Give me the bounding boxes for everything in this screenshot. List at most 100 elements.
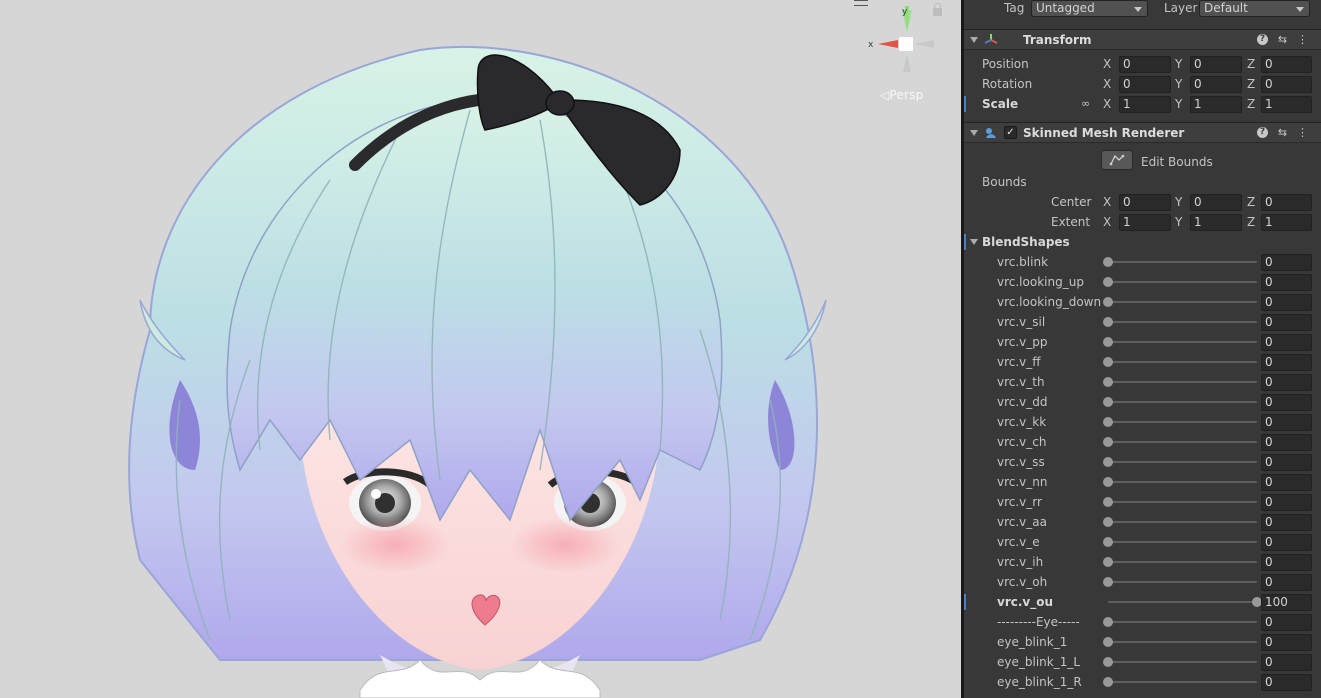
- rotation-z-axis-label[interactable]: Z: [1247, 76, 1255, 92]
- rotation-y-axis-label[interactable]: Y: [1175, 76, 1182, 92]
- position-y-axis-label[interactable]: Y: [1175, 56, 1182, 72]
- kebab-menu-icon[interactable]: ⋮: [1297, 127, 1308, 138]
- blendshape-slider-track[interactable]: [1108, 501, 1257, 503]
- kebab-menu-icon[interactable]: ⋮: [1297, 34, 1308, 45]
- blendshape-value-field[interactable]: 0: [1261, 614, 1312, 631]
- rotation-z-field[interactable]: 0: [1261, 76, 1312, 93]
- blendshape-value-field[interactable]: 0: [1261, 294, 1312, 311]
- extent-x-field[interactable]: 1: [1119, 214, 1171, 231]
- center-x-field[interactable]: 0: [1119, 194, 1171, 211]
- scene-view[interactable]: y x ◁Persp: [0, 0, 961, 698]
- blendshape-slider-thumb[interactable]: [1103, 457, 1113, 467]
- blendshape-slider-track[interactable]: [1108, 321, 1257, 323]
- center-x-axis-label[interactable]: X: [1103, 194, 1111, 210]
- blendshape-value-field[interactable]: 0: [1261, 554, 1312, 571]
- position-x-axis-label[interactable]: X: [1103, 56, 1111, 72]
- blendshape-slider-thumb[interactable]: [1103, 577, 1113, 587]
- blendshape-slider-thumb[interactable]: [1103, 277, 1113, 287]
- blendshapes-label[interactable]: BlendShapes: [982, 234, 1070, 250]
- blendshape-slider-track[interactable]: [1108, 421, 1257, 423]
- blendshape-value-field[interactable]: 0: [1261, 654, 1312, 671]
- blendshape-value-field[interactable]: 0: [1261, 514, 1312, 531]
- blendshape-slider-track[interactable]: [1108, 641, 1257, 643]
- blendshape-slider-track[interactable]: [1108, 661, 1257, 663]
- transform-header[interactable]: Transform ? ⇆ ⋮: [964, 29, 1321, 50]
- blendshape-slider-track[interactable]: [1108, 541, 1257, 543]
- scale-y-axis-label[interactable]: Y: [1175, 96, 1182, 112]
- help-icon[interactable]: ?: [1257, 127, 1268, 138]
- rotation-x-field[interactable]: 0: [1119, 76, 1171, 93]
- position-x-field[interactable]: 0: [1119, 56, 1171, 73]
- blendshape-slider-track[interactable]: [1108, 341, 1257, 343]
- blendshape-slider-thumb[interactable]: [1103, 417, 1113, 427]
- blendshape-slider-track[interactable]: [1108, 681, 1257, 683]
- tag-dropdown[interactable]: Untagged: [1031, 0, 1148, 17]
- blendshape-value-field[interactable]: 0: [1261, 634, 1312, 651]
- blendshape-slider-thumb[interactable]: [1103, 677, 1113, 687]
- blendshape-value-field[interactable]: 0: [1261, 674, 1312, 691]
- rotation-x-axis-label[interactable]: X: [1103, 76, 1111, 92]
- extent-y-field[interactable]: 1: [1190, 214, 1242, 231]
- extent-z-axis-label[interactable]: Z: [1247, 214, 1255, 230]
- extent-y-axis-label[interactable]: Y: [1175, 214, 1182, 230]
- blendshape-slider-thumb[interactable]: [1103, 437, 1113, 447]
- position-y-field[interactable]: 0: [1190, 56, 1242, 73]
- center-z-field[interactable]: 0: [1261, 194, 1312, 211]
- layer-dropdown[interactable]: Default: [1199, 0, 1310, 17]
- blendshape-slider-thumb[interactable]: [1103, 517, 1113, 527]
- blendshape-slider-track[interactable]: [1108, 261, 1257, 263]
- blendshape-value-field[interactable]: 0: [1261, 454, 1312, 471]
- center-y-field[interactable]: 0: [1190, 194, 1242, 211]
- blendshape-value-field[interactable]: 0: [1261, 434, 1312, 451]
- blendshape-slider-track[interactable]: [1108, 441, 1257, 443]
- blendshape-slider-thumb[interactable]: [1103, 537, 1113, 547]
- blendshape-value-field[interactable]: 0: [1261, 534, 1312, 551]
- blendshape-slider-thumb[interactable]: [1103, 617, 1113, 627]
- blendshape-slider-track[interactable]: [1108, 601, 1257, 603]
- blendshape-slider-track[interactable]: [1108, 481, 1257, 483]
- blendshape-value-field[interactable]: 0: [1261, 374, 1312, 391]
- persp-label[interactable]: ◁Persp: [880, 88, 923, 102]
- blendshape-slider-thumb[interactable]: [1103, 297, 1113, 307]
- position-z-field[interactable]: 0: [1261, 56, 1312, 73]
- blendshape-slider-thumb[interactable]: [1103, 497, 1113, 507]
- help-icon[interactable]: ?: [1257, 34, 1268, 45]
- orientation-gizmo[interactable]: y x: [862, 2, 944, 102]
- blendshape-slider-thumb[interactable]: [1103, 477, 1113, 487]
- constrain-proportions-icon[interactable]: ∞: [1081, 96, 1090, 112]
- blendshape-slider-thumb[interactable]: [1103, 557, 1113, 567]
- center-z-axis-label[interactable]: Z: [1247, 194, 1255, 210]
- blendshape-value-field[interactable]: 0: [1261, 274, 1312, 291]
- blendshape-slider-thumb[interactable]: [1103, 377, 1113, 387]
- blendshape-slider-track[interactable]: [1108, 581, 1257, 583]
- scale-z-axis-label[interactable]: Z: [1247, 96, 1255, 112]
- blendshape-value-field[interactable]: 0: [1261, 314, 1312, 331]
- blendshape-slider-thumb[interactable]: [1103, 397, 1113, 407]
- foldout-arrow-icon[interactable]: [970, 37, 978, 43]
- center-y-axis-label[interactable]: Y: [1175, 194, 1182, 210]
- blendshape-value-field[interactable]: 0: [1261, 474, 1312, 491]
- blendshape-value-field[interactable]: 0: [1261, 494, 1312, 511]
- extent-x-axis-label[interactable]: X: [1103, 214, 1111, 230]
- scale-z-field[interactable]: 1: [1261, 96, 1312, 113]
- blendshape-slider-track[interactable]: [1108, 381, 1257, 383]
- blendshape-slider-thumb[interactable]: [1103, 657, 1113, 667]
- rotation-y-field[interactable]: 0: [1190, 76, 1242, 93]
- blendshape-slider-track[interactable]: [1108, 561, 1257, 563]
- blendshape-value-field[interactable]: 0: [1261, 354, 1312, 371]
- blendshape-slider-thumb[interactable]: [1103, 637, 1113, 647]
- scale-x-axis-label[interactable]: X: [1103, 96, 1111, 112]
- blendshape-slider-track[interactable]: [1108, 521, 1257, 523]
- skinned-mesh-renderer-header[interactable]: ✓ Skinned Mesh Renderer ? ⇆ ⋮: [964, 122, 1321, 143]
- presets-icon[interactable]: ⇆: [1277, 127, 1288, 138]
- blendshape-slider-track[interactable]: [1108, 281, 1257, 283]
- extent-z-field[interactable]: 1: [1261, 214, 1312, 231]
- blendshape-slider-track[interactable]: [1108, 461, 1257, 463]
- blendshape-slider-track[interactable]: [1108, 301, 1257, 303]
- blendshape-slider-track[interactable]: [1108, 361, 1257, 363]
- presets-icon[interactable]: ⇆: [1277, 34, 1288, 45]
- blendshape-slider-thumb[interactable]: [1103, 317, 1113, 327]
- scale-x-field[interactable]: 1: [1119, 96, 1171, 113]
- blendshape-value-field[interactable]: 0: [1261, 414, 1312, 431]
- position-z-axis-label[interactable]: Z: [1247, 56, 1255, 72]
